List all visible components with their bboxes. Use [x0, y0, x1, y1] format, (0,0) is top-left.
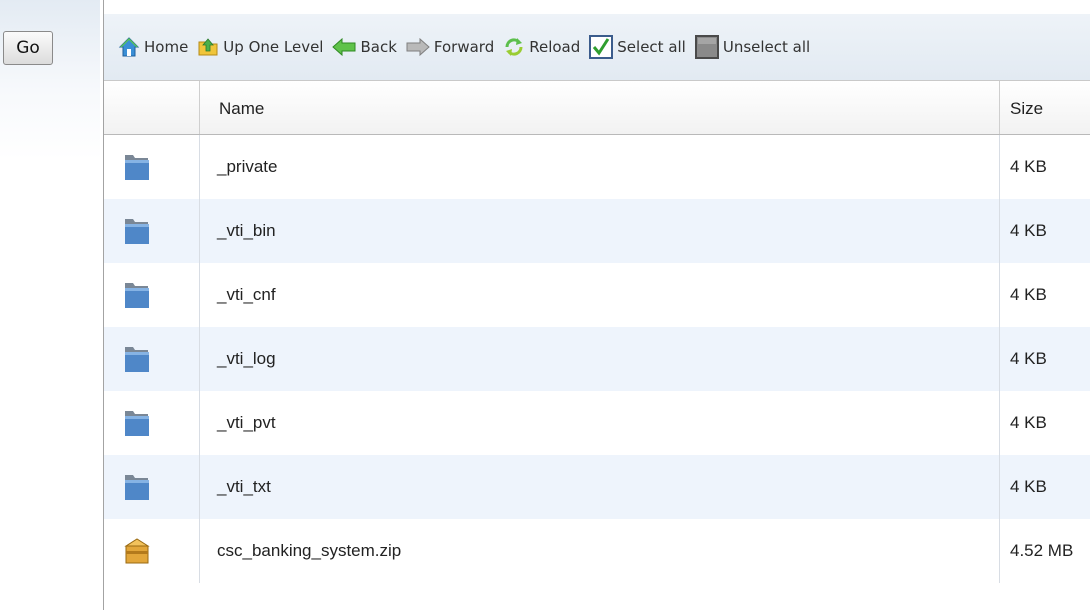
- home-icon: [118, 37, 140, 57]
- checkbox-checked-icon: [589, 35, 614, 59]
- file-name[interactable]: _vti_log: [217, 327, 276, 391]
- select-all-label: Select all: [617, 38, 686, 56]
- forward-button[interactable]: Forward: [406, 38, 494, 56]
- up-one-level-button[interactable]: Up One Level: [197, 36, 323, 58]
- table-row[interactable]: _private 4 KB: [104, 135, 1090, 199]
- table-row[interactable]: _vti_bin 4 KB: [104, 199, 1090, 263]
- file-size: 4 KB: [1010, 285, 1047, 304]
- reload-button[interactable]: Reload: [503, 36, 580, 58]
- select-all-button[interactable]: Select all: [589, 35, 686, 59]
- home-button[interactable]: Home: [118, 36, 188, 58]
- file-name[interactable]: _vti_cnf: [217, 263, 276, 327]
- table-row[interactable]: csc_banking_system.zip 4.52 MB: [104, 519, 1090, 583]
- file-browser-panel: Home Up One Level Back Forward Reload Se…: [103, 0, 1090, 610]
- file-size: 4 KB: [1010, 221, 1047, 240]
- file-name[interactable]: _private: [217, 135, 277, 199]
- folder-icon: [125, 411, 149, 436]
- home-label: Home: [144, 38, 189, 56]
- file-list: _private 4 KB _vti_bin 4 KB _vti_cnf 4 K…: [104, 135, 1090, 583]
- file-size: 4.52 MB: [1010, 541, 1074, 560]
- left-sidebar: Go: [0, 0, 100, 610]
- table-row[interactable]: _vti_log 4 KB: [104, 327, 1090, 391]
- column-separator: [999, 81, 1000, 134]
- folder-icon: [125, 347, 149, 372]
- file-name[interactable]: csc_banking_system.zip: [217, 519, 401, 583]
- file-name[interactable]: _vti_bin: [217, 199, 276, 263]
- folder-icon: [125, 475, 149, 500]
- file-size: 4 KB: [1010, 413, 1047, 432]
- file-name[interactable]: _vti_txt: [217, 455, 271, 519]
- column-header-size[interactable]: Size: [1010, 81, 1043, 136]
- arrow-right-icon: [406, 38, 430, 56]
- reload-icon: [505, 38, 523, 56]
- up-one-level-label: Up One Level: [223, 38, 324, 56]
- unselect-all-button[interactable]: Unselect all: [694, 35, 811, 59]
- go-button[interactable]: Go: [3, 31, 53, 65]
- table-header: Name Size: [104, 80, 1090, 135]
- folder-icon: [125, 283, 149, 308]
- folder-icon: [125, 155, 149, 180]
- back-label: Back: [360, 38, 397, 56]
- reload-label: Reload: [529, 38, 581, 56]
- table-row[interactable]: _vti_pvt 4 KB: [104, 391, 1090, 455]
- arrow-left-icon: [332, 38, 356, 56]
- archive-icon: [124, 538, 150, 564]
- up-folder-icon: [198, 38, 218, 56]
- column-separator: [199, 81, 200, 134]
- back-button[interactable]: Back: [332, 38, 397, 56]
- forward-label: Forward: [433, 38, 495, 56]
- column-header-name[interactable]: Name: [219, 81, 264, 136]
- file-size: 4 KB: [1010, 477, 1047, 496]
- unselect-all-label: Unselect all: [722, 38, 811, 56]
- file-name[interactable]: _vti_pvt: [217, 391, 276, 455]
- file-size: 4 KB: [1010, 157, 1047, 176]
- table-row[interactable]: _vti_cnf 4 KB: [104, 263, 1090, 327]
- folder-icon: [125, 219, 149, 244]
- toolbar: Home Up One Level Back Forward Reload Se…: [104, 14, 1090, 80]
- file-size: 4 KB: [1010, 349, 1047, 368]
- table-row[interactable]: _vti_txt 4 KB: [104, 455, 1090, 519]
- checkbox-unchecked-icon: [694, 35, 719, 59]
